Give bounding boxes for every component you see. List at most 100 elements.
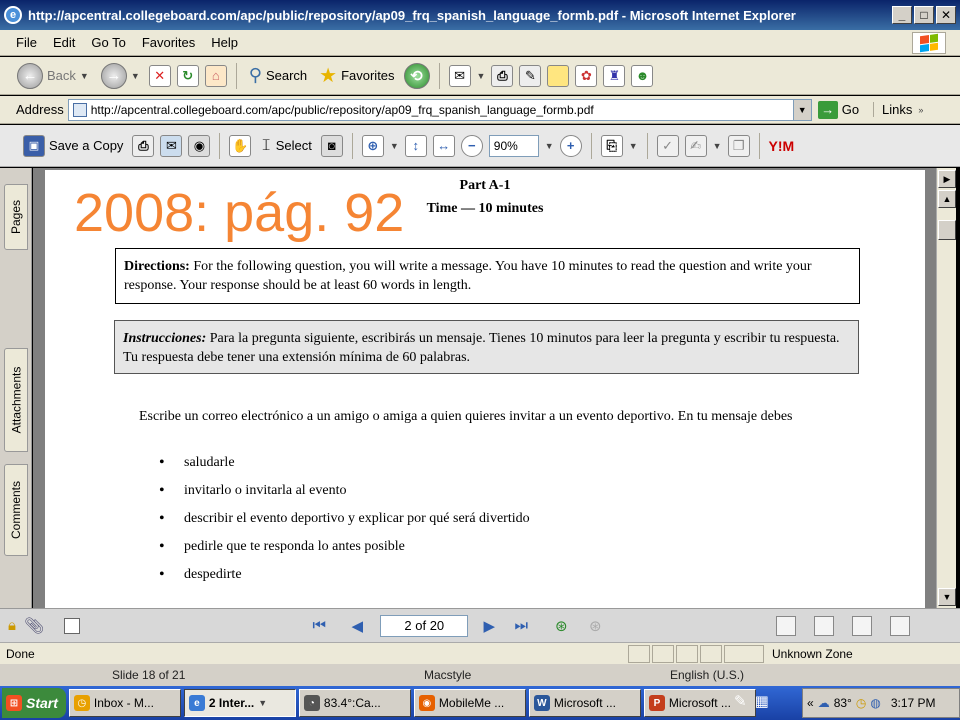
paperclip-icon[interactable]: 📎︎ xyxy=(24,616,44,636)
go-back-view-icon[interactable]: ⊛ xyxy=(548,617,574,635)
contacts-icon[interactable]: ☻ xyxy=(631,64,654,87)
home-icon[interactable]: ⌂ xyxy=(204,64,227,87)
task-list: saludarle invitarlo o invitarla al event… xyxy=(159,454,530,594)
windows-taskbar: ⊞ Start ◷ Inbox - M... e 2 Inter... ▼ ◔ … xyxy=(0,686,960,720)
tab-comments[interactable]: Comments xyxy=(4,464,28,556)
weather-icon[interactable]: ☁ xyxy=(818,696,830,710)
forward-dropdown-icon[interactable]: ▼ xyxy=(131,71,140,81)
scroll-thumb[interactable] xyxy=(938,220,956,240)
close-button[interactable]: ✕ xyxy=(936,6,956,24)
tray-clock-icon[interactable]: ◷ xyxy=(856,696,866,710)
task-mobileme[interactable]: ◉ MobileMe ... xyxy=(413,689,526,717)
sign-dropdown-icon[interactable]: ▼ xyxy=(713,141,722,151)
document-viewport[interactable]: Part A-1 Time — 10 minutes 2008: pág. 92… xyxy=(33,168,936,608)
first-page-icon[interactable]: ⏮ xyxy=(306,617,332,634)
search-button[interactable]: ⚲ Search xyxy=(246,61,310,91)
zoom-tool-dropdown-icon[interactable]: ▼ xyxy=(390,141,399,151)
facing-view-icon[interactable] xyxy=(852,615,873,636)
panel-expand-icon[interactable]: ▶ xyxy=(938,170,956,188)
print-pdf-icon[interactable]: ⎙ xyxy=(132,134,155,157)
address-input[interactable]: http://apcentral.collegeboard.com/apc/pu… xyxy=(67,98,812,121)
scroll-down-icon[interactable]: ▼ xyxy=(938,588,956,606)
task-weather[interactable]: ◔ 83.4°:Ca... xyxy=(298,689,411,717)
edit-icon[interactable]: ✎ xyxy=(519,64,542,87)
search-icon: ⚲ xyxy=(248,65,262,85)
continuous-view-icon[interactable] xyxy=(814,615,835,636)
task-group-dropdown-icon[interactable]: ▼ xyxy=(258,698,267,708)
sign-icon[interactable]: ✍ xyxy=(684,134,707,157)
menu-file[interactable]: File xyxy=(16,35,37,50)
year-page-overlay: 2008: pág. 92 xyxy=(74,183,405,243)
print-icon[interactable]: ⎙ xyxy=(491,64,514,87)
menu-help[interactable]: Help xyxy=(211,35,238,50)
spellcheck-icon[interactable]: ✓ xyxy=(656,134,679,157)
firefox-icon: ◉ xyxy=(418,695,435,711)
zoom-in-icon[interactable]: ⊕ xyxy=(361,134,384,157)
last-page-icon[interactable]: ⏭ xyxy=(508,617,534,634)
stop-icon[interactable]: ✕ xyxy=(148,64,171,87)
zoom-plus-icon[interactable]: + xyxy=(559,134,582,157)
save-copy-button[interactable]: ▣ Save a Copy xyxy=(20,131,126,161)
edit-tool-icon[interactable]: ✎ xyxy=(734,692,747,710)
mail-dropdown-icon[interactable]: ▼ xyxy=(477,71,486,81)
task-microsoft-word[interactable]: W Microsoft ... xyxy=(528,689,641,717)
binoculars-icon[interactable]: ◉ xyxy=(188,134,211,157)
fit-width-icon[interactable]: ↔ xyxy=(432,134,455,157)
snapshot-icon[interactable]: ◙ xyxy=(320,134,343,157)
task-inbox[interactable]: ◷ Inbox - M... xyxy=(68,689,181,717)
menu-goto[interactable]: Go To xyxy=(91,35,125,50)
scroll-up-icon[interactable]: ▲ xyxy=(938,190,956,208)
previous-page-icon[interactable]: ◀ xyxy=(344,617,370,635)
menu-edit[interactable]: Edit xyxy=(53,35,75,50)
start-button[interactable]: ⊞ Start xyxy=(2,688,66,718)
hand-tool-icon[interactable]: ✋ xyxy=(229,134,252,157)
research-icon[interactable]: ✿ xyxy=(575,64,598,87)
task-internet-explorer[interactable]: e 2 Inter... ▼ xyxy=(183,689,296,717)
vertical-scrollbar[interactable]: ▶ ▲ ▼ xyxy=(936,168,956,608)
maximize-button[interactable]: □ xyxy=(914,6,934,24)
links-chevron-icon[interactable]: » xyxy=(918,105,923,115)
forward-button[interactable]: → ▼ xyxy=(98,61,143,91)
links-button[interactable]: Links xyxy=(873,102,912,117)
select-tool-button[interactable]: 𝙸 Select xyxy=(257,131,314,161)
network-icon[interactable]: ◍ xyxy=(870,696,880,710)
back-arrow-icon: ← xyxy=(17,62,43,89)
zoom-dropdown-icon[interactable]: ▼ xyxy=(545,141,554,151)
discuss-icon[interactable] xyxy=(547,64,570,87)
mail-icon[interactable]: ✉ xyxy=(448,64,471,87)
rotate-icon[interactable]: ⎘ xyxy=(600,134,623,157)
yahoo-messenger-icon[interactable]: Y!M xyxy=(769,138,795,154)
tab-attachments[interactable]: Attachments xyxy=(4,348,28,452)
single-page-view-icon[interactable] xyxy=(776,615,797,636)
system-tray: « ☁ 83° ◷ ◍ 3:17 PM xyxy=(802,688,960,718)
favorites-button[interactable]: ★ Favorites xyxy=(316,61,397,91)
address-dropdown-icon[interactable]: ▼ xyxy=(792,99,811,120)
panel-toggle-icon[interactable] xyxy=(64,617,81,634)
address-label: Address xyxy=(16,102,64,117)
go-button[interactable]: → Go xyxy=(817,100,859,119)
back-dropdown-icon[interactable]: ▼ xyxy=(80,71,89,81)
email-pdf-icon[interactable]: ✉ xyxy=(160,134,183,157)
next-page-icon[interactable]: ▶ xyxy=(476,617,502,635)
tab-pages[interactable]: Pages xyxy=(4,184,28,250)
minimize-button[interactable]: _ xyxy=(892,6,912,24)
zoom-level-field[interactable]: 90% xyxy=(488,134,539,157)
history-icon[interactable]: ⟲ xyxy=(403,62,430,89)
fit-page-icon[interactable]: ↕ xyxy=(404,134,427,157)
lock-icon[interactable]: 🔒︎ xyxy=(8,617,16,634)
refresh-icon[interactable]: ↻ xyxy=(176,64,199,87)
back-button[interactable]: ← Back ▼ xyxy=(14,61,92,91)
messenger-icon[interactable]: ♜ xyxy=(603,64,626,87)
tablet-icon[interactable]: ▦ xyxy=(755,692,769,710)
rotate-dropdown-icon[interactable]: ▼ xyxy=(629,141,638,151)
zoom-out-icon[interactable]: − xyxy=(460,134,483,157)
continuous-facing-view-icon[interactable] xyxy=(890,615,911,636)
go-forward-view-icon[interactable]: ⊛ xyxy=(582,617,608,635)
tray-chevron-icon[interactable]: « xyxy=(807,696,814,710)
outlook-icon: ◷ xyxy=(73,695,90,711)
page-number-field[interactable]: 2 of 20 xyxy=(380,614,469,637)
menu-bar: File Edit Go To Favorites Help xyxy=(0,30,960,56)
copy-icon[interactable]: ❐ xyxy=(727,134,750,157)
page-icon xyxy=(72,102,87,117)
menu-favorites[interactable]: Favorites xyxy=(142,35,195,50)
